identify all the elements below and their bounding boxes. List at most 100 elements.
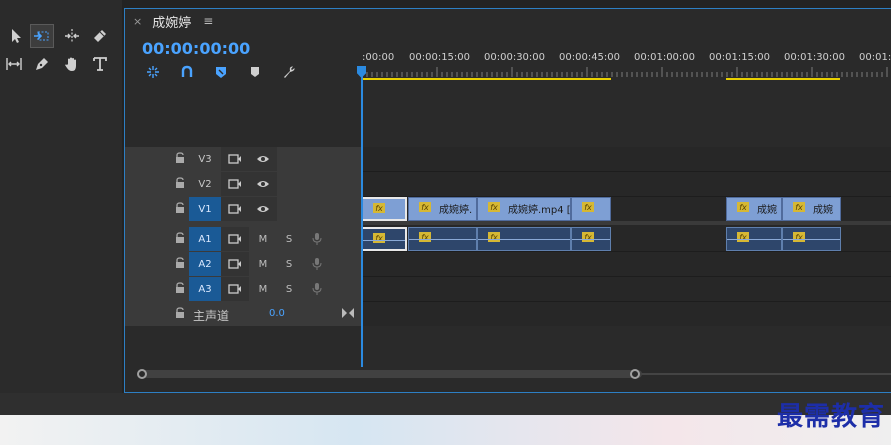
add-marker-icon[interactable]	[245, 63, 265, 81]
fx-badge: fx	[488, 232, 500, 242]
track-name[interactable]: A1	[189, 227, 221, 251]
go-to-end-icon[interactable]	[341, 307, 355, 319]
lock-icon[interactable]	[175, 257, 185, 269]
video-clip[interactable]: fx 成婉	[726, 197, 782, 221]
av-divider	[361, 221, 891, 225]
eye-icon[interactable]	[249, 172, 277, 196]
track-name[interactable]: V1	[189, 197, 221, 221]
audio-clip[interactable]: fx	[726, 227, 782, 251]
scrollbar-left-handle[interactable]	[137, 369, 147, 379]
sequence-tab[interactable]: × 成婉婷 ≡	[125, 9, 213, 33]
mute-button[interactable]: M	[249, 252, 277, 276]
fx-badge: fx	[419, 202, 431, 212]
mute-button[interactable]: M	[249, 227, 277, 251]
track-select-forward-tool[interactable]	[30, 24, 54, 48]
wrench-icon[interactable]	[279, 63, 299, 81]
lock-icon[interactable]	[175, 307, 185, 319]
fx-badge: fx	[793, 202, 805, 212]
sync-lock-icon[interactable]	[221, 172, 249, 196]
audio-clip[interactable]: fx	[477, 227, 571, 251]
eye-icon[interactable]	[249, 197, 277, 221]
fx-badge: fx	[582, 202, 594, 212]
video-clip[interactable]: fx	[571, 197, 611, 221]
time-ruler[interactable]: :00:00 00:00:15:00 00:00:30:00 00:00:45:…	[361, 47, 891, 87]
audio-waveform	[478, 239, 570, 240]
tools-panel	[0, 0, 122, 393]
audio-clip[interactable]: fx	[571, 227, 611, 251]
solo-button[interactable]: S	[275, 252, 303, 276]
pen-tool[interactable]	[30, 52, 54, 76]
sync-lock-icon[interactable]	[221, 252, 249, 276]
clip-name: 成婉	[813, 205, 833, 216]
watermark-logo: 最需教育	[776, 402, 885, 432]
ruler-ticks	[361, 67, 888, 80]
scrollbar-thumb[interactable]	[142, 370, 642, 378]
scrollbar-right-handle[interactable]	[630, 369, 640, 379]
solo-button[interactable]: S	[275, 277, 303, 301]
lane-divider	[361, 251, 891, 252]
timeline-zoom-scrollbar[interactable]	[137, 369, 891, 379]
fx-badge: fx	[373, 233, 385, 243]
fx-badge: fx	[737, 232, 749, 242]
panel-menu-icon[interactable]: ≡	[203, 14, 213, 28]
ripple-edit-tool[interactable]	[60, 24, 84, 48]
audio-clip[interactable]: fx	[361, 227, 407, 251]
audio-clip[interactable]: fx	[408, 227, 477, 251]
sync-lock-icon[interactable]	[221, 147, 249, 171]
clip-name: 成婉	[757, 205, 777, 216]
lock-icon[interactable]	[175, 177, 185, 189]
lock-icon[interactable]	[175, 282, 185, 294]
linked-selection-icon[interactable]	[177, 63, 197, 81]
track-header-v2: V2	[125, 172, 361, 196]
video-clip[interactable]: fx 成婉婷.mp4 [	[477, 197, 571, 221]
audio-waveform	[409, 239, 476, 240]
clip-name: 成婉婷.mp4 [	[508, 205, 571, 216]
playhead-timecode[interactable]: 00:00:00:00	[142, 39, 250, 58]
microphone-icon[interactable]	[303, 277, 331, 301]
audio-clip[interactable]: fx	[782, 227, 841, 251]
lock-icon[interactable]	[175, 152, 185, 164]
video-clip[interactable]: fx	[361, 197, 407, 221]
snap-icon[interactable]	[143, 63, 163, 81]
close-icon[interactable]: ×	[133, 15, 142, 28]
sync-lock-icon[interactable]	[221, 197, 249, 221]
track-name[interactable]: A2	[189, 252, 221, 276]
marker-nest-icon[interactable]	[211, 63, 231, 81]
master-volume-value[interactable]: 0.0	[269, 308, 285, 319]
track-header-a3: A3 M S	[125, 277, 361, 301]
audio-waveform	[363, 240, 405, 241]
lane-divider	[361, 276, 891, 277]
lock-icon[interactable]	[175, 232, 185, 244]
razor-icon	[94, 30, 106, 42]
fx-badge: fx	[419, 232, 431, 242]
razor-tool[interactable]	[88, 24, 112, 48]
type-tool[interactable]	[88, 52, 112, 76]
sync-lock-icon[interactable]	[221, 227, 249, 251]
track-name[interactable]: A3	[189, 277, 221, 301]
hand-tool[interactable]	[60, 52, 84, 76]
audio-waveform	[572, 239, 610, 240]
type-icon	[93, 57, 107, 71]
pen-icon	[36, 58, 48, 70]
eye-icon[interactable]	[249, 147, 277, 171]
lock-icon[interactable]	[175, 202, 185, 214]
microphone-icon[interactable]	[303, 252, 331, 276]
slip-icon	[6, 58, 22, 70]
track-name[interactable]: V2	[189, 172, 221, 196]
selection-tool[interactable]	[4, 24, 28, 48]
sync-lock-icon[interactable]	[221, 277, 249, 301]
fx-badge: fx	[373, 203, 385, 213]
timeline-panel: × 成婉婷 ≡ 00:00:00:00 :00:00 00:00:15:00 0…	[124, 8, 891, 393]
microphone-icon[interactable]	[303, 227, 331, 251]
track-headers: V3 V2 V1 A1 M S A2 M S A3 M S 主声道 0.0	[125, 147, 361, 326]
video-clip[interactable]: fx 成婉婷.	[408, 197, 477, 221]
mute-button[interactable]: M	[249, 277, 277, 301]
track-header-a1: A1 M S	[125, 227, 361, 251]
solo-button[interactable]: S	[275, 227, 303, 251]
slip-tool[interactable]	[2, 52, 26, 76]
lane-divider	[361, 171, 891, 172]
playhead-line[interactable]	[361, 67, 363, 367]
video-clip[interactable]: fx 成婉	[782, 197, 841, 221]
track-header-v1: V1	[125, 197, 361, 221]
track-name[interactable]: V3	[189, 147, 221, 171]
